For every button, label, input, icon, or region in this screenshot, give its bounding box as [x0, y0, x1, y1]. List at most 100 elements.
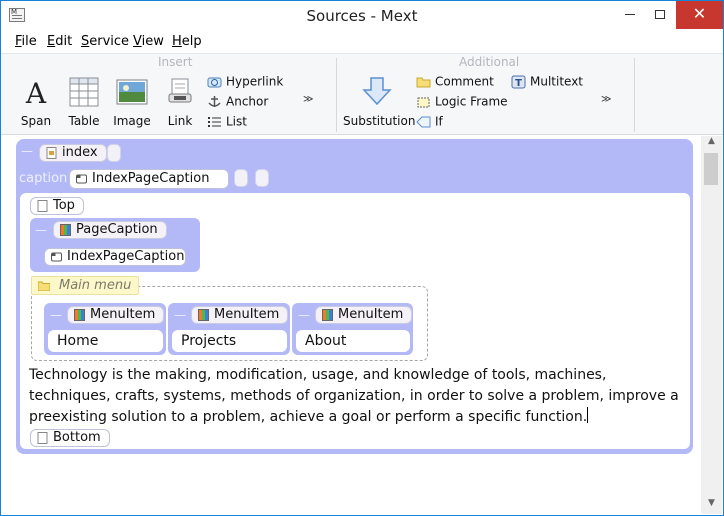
comment-icon [416, 77, 431, 87]
hyperlink-label: Hyperlink [226, 74, 284, 89]
svg-text:T: T [515, 78, 522, 89]
palette-icon [60, 224, 71, 236]
top-tag[interactable]: Top [30, 197, 84, 215]
palette-icon [322, 309, 333, 321]
ribbon-toolbar: Insert Additional A Span Table Image Lin… [1, 53, 723, 135]
page-icon [37, 432, 48, 444]
menu-view[interactable]: View [133, 34, 164, 49]
caption-icon [76, 174, 87, 184]
page-caption-tag[interactable]: PageCaption [53, 221, 167, 239]
bottom-tag[interactable]: Bottom [30, 429, 110, 447]
substitution-icon [362, 77, 392, 106]
table-label: Table [68, 114, 100, 128]
span-button[interactable]: A Span [18, 76, 54, 132]
index-collapse-toggle[interactable]: — [21, 144, 33, 158]
list-label: List [226, 114, 247, 129]
scroll-up-icon[interactable]: ▲ [701, 136, 722, 152]
menu-item-tag-label: MenuItem [338, 307, 404, 322]
text-caret [587, 407, 589, 423]
logic-frame-icon [417, 97, 430, 107]
page-caption-value: IndexPageCaption [67, 249, 185, 264]
table-button[interactable]: Table [65, 76, 103, 132]
caption-attr-pill-2[interactable] [255, 169, 269, 187]
menu-item-tag[interactable]: MenuItem [191, 306, 289, 324]
index-tag[interactable]: index [39, 144, 107, 162]
close-icon: ✕ [692, 4, 707, 23]
span-label: Span [20, 114, 52, 128]
menu-item-value-home[interactable]: Home [48, 330, 163, 352]
menu-item-tag[interactable]: MenuItem [315, 306, 413, 324]
list-icon [208, 116, 221, 127]
scroll-thumb[interactable] [704, 153, 718, 185]
page-icon [37, 200, 48, 212]
comment-button[interactable]: Comment [416, 74, 494, 92]
top-tag-label: Top [53, 198, 75, 213]
logic-frame-label: Logic Frame [435, 94, 508, 109]
menu-item-collapse-toggle[interactable]: — [50, 308, 62, 322]
image-label: Image [113, 114, 151, 128]
vertical-scrollbar[interactable]: ▲ ▼ [701, 136, 722, 514]
index-tag-label: index [62, 145, 98, 160]
menu-file[interactable]: File [15, 34, 37, 49]
paragraph-text: Technology is the making, modification, … [29, 367, 679, 425]
scroll-down-icon[interactable]: ▼ [701, 498, 722, 514]
main-menu-label[interactable]: Main menu [31, 276, 139, 295]
menu-item-value-projects[interactable]: Projects [172, 330, 287, 352]
substitution-button[interactable]: Substitution [343, 76, 416, 132]
multitext-icon: T [511, 75, 526, 89]
ribbon-separator [336, 58, 337, 132]
menu-item-tag-label: MenuItem [214, 307, 280, 322]
ribbon-separator-end [634, 58, 635, 132]
anchor-icon [208, 95, 221, 107]
index-attr-pill[interactable] [107, 144, 121, 162]
main-menu-label-text: Main menu [59, 278, 132, 293]
insert-more-chevron-icon[interactable]: ≫ [303, 94, 314, 105]
palette-icon [74, 309, 85, 321]
list-button[interactable]: List [207, 114, 247, 132]
if-icon [416, 116, 431, 127]
comment-icon [38, 281, 50, 291]
app-window: M Sources - Mext ✕ File Edit Service Vie… [0, 0, 724, 516]
menu-service[interactable]: Service [81, 34, 129, 49]
image-button[interactable]: Image [113, 76, 151, 132]
if-button[interactable]: If [416, 114, 443, 132]
page-caption-collapse-toggle[interactable]: — [35, 223, 47, 237]
hyperlink-button[interactable]: Hyperlink [207, 74, 283, 92]
multitext-button[interactable]: T Multitext [511, 74, 583, 92]
menu-bar: File Edit Service View Help [1, 31, 723, 53]
table-icon [69, 77, 99, 107]
caption-icon [51, 252, 62, 262]
anchor-label: Anchor [226, 94, 269, 109]
caption-label: caption [19, 171, 68, 186]
menu-item-collapse-toggle[interactable]: — [298, 308, 310, 322]
if-label: If [435, 114, 443, 129]
additional-more-chevron-icon[interactable]: ≫ [601, 94, 612, 105]
multitext-label: Multitext [530, 74, 584, 89]
maximize-icon [655, 9, 665, 19]
menu-help[interactable]: Help [172, 34, 202, 49]
palette-icon [198, 309, 209, 321]
span-icon: A [25, 77, 47, 108]
svg-text:A: A [25, 77, 47, 108]
caption-attr-pill-1[interactable] [234, 169, 248, 187]
body-paragraph[interactable]: Technology is the making, modification, … [29, 365, 689, 428]
minimize-button[interactable] [615, 1, 645, 29]
menu-item-collapse-toggle[interactable]: — [174, 308, 186, 322]
menu-edit[interactable]: Edit [47, 34, 72, 49]
close-button[interactable]: ✕ [676, 1, 723, 29]
substitution-label: Substitution [343, 114, 416, 128]
link-icon [168, 78, 192, 103]
menu-item-tag[interactable]: MenuItem [67, 306, 165, 324]
comment-label: Comment [435, 74, 494, 89]
logic-frame-button[interactable]: Logic Frame [416, 94, 508, 112]
additional-group-label: Additional [459, 55, 520, 69]
caption-field[interactable]: IndexPageCaption [69, 169, 229, 189]
title-bar[interactable]: M Sources - Mext ✕ [1, 1, 723, 31]
link-button[interactable]: Link [163, 76, 197, 132]
minimize-icon [625, 13, 635, 15]
anchor-button[interactable]: Anchor [207, 94, 268, 112]
page-caption-field[interactable]: IndexPageCaption [44, 248, 186, 266]
menu-item-value-about[interactable]: About [296, 330, 410, 352]
document-editor[interactable]: — index caption IndexPageCaption Top — P… [1, 136, 701, 514]
maximize-button[interactable] [645, 1, 675, 29]
